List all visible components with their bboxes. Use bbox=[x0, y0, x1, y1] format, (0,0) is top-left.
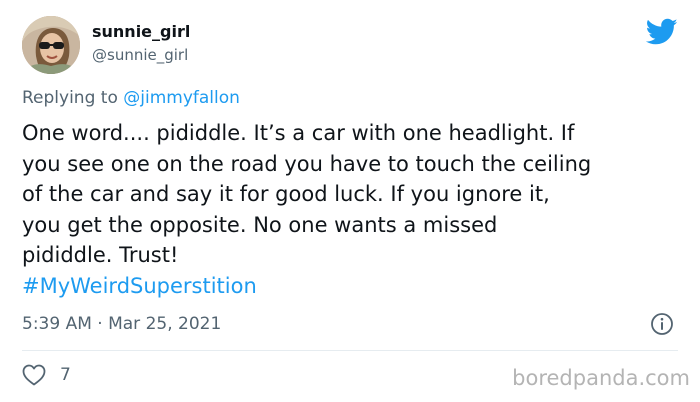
avatar[interactable] bbox=[22, 16, 80, 74]
tweet-text-line: you see one on the road you have to touc… bbox=[22, 151, 592, 176]
watermark: boredpanda.com bbox=[512, 366, 690, 390]
user-handle[interactable]: @sunnie_girl bbox=[92, 46, 188, 64]
tweet-text: One word.... pididdle. It’s a car with o… bbox=[22, 118, 690, 301]
tweet-text-line: you get the opposite. No one wants a mis… bbox=[22, 212, 498, 237]
twitter-bird-icon[interactable] bbox=[645, 18, 678, 46]
divider bbox=[22, 350, 678, 351]
reply-context: Replying to @jimmyfallon bbox=[22, 88, 240, 108]
tweet-text-line: One word.... pididdle. It’s a car with o… bbox=[22, 121, 575, 145]
tweet-text-line: pididdle. Trust! bbox=[22, 243, 179, 267]
tweet-text-line: of the car and say it for good luck. If … bbox=[22, 182, 550, 206]
tweet-card: sunnie_girl @sunnie_girl Replying to @ji… bbox=[0, 0, 700, 402]
reply-prefix: Replying to bbox=[22, 88, 118, 108]
like-button[interactable]: 7 bbox=[22, 364, 71, 386]
reply-mention-link[interactable]: @jimmyfallon bbox=[123, 88, 240, 108]
info-icon[interactable] bbox=[650, 312, 674, 336]
display-name[interactable]: sunnie_girl bbox=[92, 22, 190, 41]
tweet-timestamp[interactable]: 5:39 AM · Mar 25, 2021 bbox=[22, 314, 221, 334]
heart-icon bbox=[22, 364, 46, 386]
like-count: 7 bbox=[60, 365, 71, 385]
hashtag-link[interactable]: #MyWeirdSuperstition bbox=[22, 271, 690, 302]
